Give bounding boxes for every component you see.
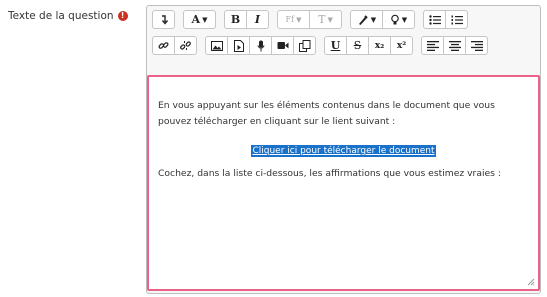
underline-icon: U	[330, 39, 341, 52]
record-video-icon	[277, 42, 288, 49]
field-label-row: Texte de la question !	[8, 10, 128, 22]
editor-content-area[interactable]: En vous appuyant sur les éléments conten…	[147, 75, 540, 291]
paragraph-style-button[interactable]: A ▼	[183, 10, 216, 29]
font-family-icon: Ff	[285, 15, 295, 24]
subscript-icon: x₂	[374, 40, 385, 51]
align-right-icon	[470, 40, 483, 51]
align-center-button[interactable]	[443, 36, 466, 55]
image-icon	[210, 40, 223, 51]
resize-handle-icon[interactable]	[527, 278, 535, 286]
superscript-icon: x²	[396, 40, 407, 51]
bulleted-list-icon	[428, 14, 441, 25]
highlight-icon	[390, 14, 399, 24]
record-video-button[interactable]	[271, 36, 294, 55]
font-color-button[interactable]: ▼	[350, 10, 383, 29]
bold-button[interactable]: B	[224, 10, 247, 29]
editor-toolbar: A ▼ B I Ff ▼ T ▼ ▼ ▼ U S x₂ x²	[147, 6, 540, 57]
link-button[interactable]	[152, 36, 175, 55]
link-icon	[158, 42, 169, 49]
italic-icon: I	[254, 13, 261, 26]
record-audio-button[interactable]	[249, 36, 272, 55]
subscript-button[interactable]: x₂	[368, 36, 391, 55]
chevron-down-icon: ▼	[296, 15, 302, 24]
align-right-button[interactable]	[465, 36, 488, 55]
content-paragraph-1: En vous appuyant sur les éléments conten…	[158, 98, 495, 130]
rich-text-editor: A ▼ B I Ff ▼ T ▼ ▼ ▼ U S x₂ x² En vous a…	[146, 5, 541, 294]
image-button[interactable]	[205, 36, 228, 55]
bulleted-list-button[interactable]	[423, 10, 446, 29]
manage-files-button[interactable]	[293, 36, 316, 55]
chevron-down-icon: ▼	[202, 15, 208, 24]
media-icon	[233, 39, 244, 52]
numbered-list-button[interactable]	[445, 10, 468, 29]
unlink-icon	[180, 41, 191, 50]
strikethrough-button[interactable]: S	[346, 36, 369, 55]
record-audio-icon	[256, 40, 265, 51]
collapse-toolbar-button[interactable]	[152, 10, 175, 29]
content-paragraph-2: Cochez, dans la liste ci-dessous, les af…	[158, 168, 501, 179]
font-size-icon: T	[318, 13, 326, 26]
chevron-down-icon: ▼	[327, 15, 333, 24]
field-label: Texte de la question	[8, 10, 114, 22]
font-color-icon	[358, 14, 368, 25]
underline-button[interactable]: U	[324, 36, 347, 55]
font-family-button[interactable]: Ff ▼	[277, 10, 310, 29]
align-left-icon	[426, 40, 439, 51]
content-paragraph-1-line-2: pouvez télécharger en cliquant sur le li…	[158, 116, 396, 127]
highlight-button[interactable]: ▼	[382, 10, 415, 29]
paragraph-style-icon: A	[191, 13, 201, 26]
toolbar-row-1: A ▼ B I Ff ▼ T ▼ ▼ ▼	[152, 10, 540, 31]
font-size-button[interactable]: T ▼	[309, 10, 342, 29]
media-button[interactable]	[227, 36, 250, 55]
required-icon: !	[117, 11, 128, 21]
unlink-button[interactable]	[174, 36, 197, 55]
strikethrough-icon: S	[353, 39, 362, 52]
collapse-toolbar-icon	[161, 14, 168, 25]
italic-button[interactable]: I	[246, 10, 269, 29]
toolbar-row-2: U S x₂ x²	[152, 36, 540, 57]
link-paragraph: Cliquer ici pour télécharger le document	[149, 142, 538, 157]
bold-icon: B	[230, 13, 241, 26]
manage-files-icon	[298, 39, 310, 52]
numbered-list-icon	[451, 15, 463, 24]
chevron-down-icon: ▼	[370, 15, 377, 24]
align-left-button[interactable]	[421, 36, 444, 55]
content-paragraph-1-line-1: En vous appuyant sur les éléments conten…	[158, 100, 495, 111]
chevron-down-icon: ▼	[401, 15, 408, 24]
download-document-link[interactable]: Cliquer ici pour télécharger le document	[251, 145, 436, 157]
align-center-icon	[448, 40, 461, 51]
superscript-button[interactable]: x²	[390, 36, 413, 55]
